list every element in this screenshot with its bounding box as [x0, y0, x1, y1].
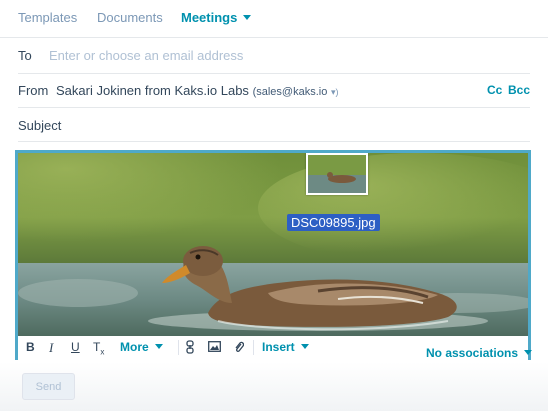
- associations-label: No associations: [426, 346, 519, 360]
- chevron-down-icon: [243, 15, 252, 20]
- from-label: From: [18, 83, 49, 98]
- tab-documents[interactable]: Documents: [97, 10, 163, 25]
- thumbnail-image: [308, 155, 366, 193]
- duck-photo[interactable]: DSC09895.jpg: [18, 153, 528, 336]
- clear-format-sub: x: [100, 347, 105, 357]
- tab-templates[interactable]: Templates: [18, 10, 77, 25]
- more-dropdown[interactable]: More: [120, 340, 163, 354]
- chevron-down-icon: [154, 344, 163, 349]
- attachment-filename: DSC09895.jpg: [287, 214, 380, 231]
- from-caret-icon: ▾): [330, 87, 339, 97]
- subject-label: Subject: [18, 118, 62, 133]
- image-thumbnail[interactable]: [306, 153, 368, 195]
- insert-label: Insert: [262, 340, 295, 354]
- chevron-down-icon: [300, 344, 309, 349]
- email-body-editor[interactable]: DSC09895.jpg B I U Tx More Insert No ass…: [15, 150, 533, 360]
- cc-link[interactable]: Cc: [487, 83, 502, 97]
- from-email: (sales@kaks.io: [252, 86, 328, 98]
- tab-meetings-label: Meetings: [181, 10, 238, 25]
- insert-dropdown[interactable]: Insert: [262, 340, 309, 354]
- toolbar-divider: [178, 340, 179, 355]
- editor-toolbar: B I U Tx More Insert No associations: [18, 336, 533, 360]
- italic-button[interactable]: I: [49, 340, 53, 356]
- bcc-link[interactable]: Bcc: [508, 83, 530, 97]
- chevron-down-icon: [524, 350, 533, 355]
- to-label: To: [18, 48, 32, 63]
- from-selector[interactable]: Sakari Jokinen from Kaks.io Labs (sales@…: [56, 83, 338, 98]
- clear-format-button[interactable]: Tx: [93, 340, 104, 356]
- more-label: More: [120, 340, 149, 354]
- paperclip-icon[interactable]: [234, 340, 245, 357]
- tab-meetings[interactable]: Meetings: [181, 10, 252, 25]
- toolbar-divider: [253, 340, 254, 355]
- image-icon[interactable]: [208, 341, 221, 355]
- to-row: To: [0, 38, 548, 74]
- associations-dropdown[interactable]: No associations: [426, 346, 533, 360]
- link-icon[interactable]: [186, 340, 194, 357]
- send-button[interactable]: Send: [22, 373, 75, 400]
- duck-photo-image: [18, 153, 528, 336]
- from-name: Sakari Jokinen from Kaks.io Labs: [56, 83, 249, 98]
- from-row: From Sakari Jokinen from Kaks.io Labs (s…: [0, 74, 548, 108]
- divider: [18, 141, 530, 142]
- compose-footer: Send: [0, 362, 548, 411]
- bold-button[interactable]: B: [26, 340, 35, 354]
- to-input[interactable]: [49, 45, 509, 65]
- compose-tabs: Templates Documents Meetings: [0, 0, 548, 38]
- underline-button[interactable]: U: [71, 340, 80, 354]
- subject-row[interactable]: Subject: [0, 108, 548, 142]
